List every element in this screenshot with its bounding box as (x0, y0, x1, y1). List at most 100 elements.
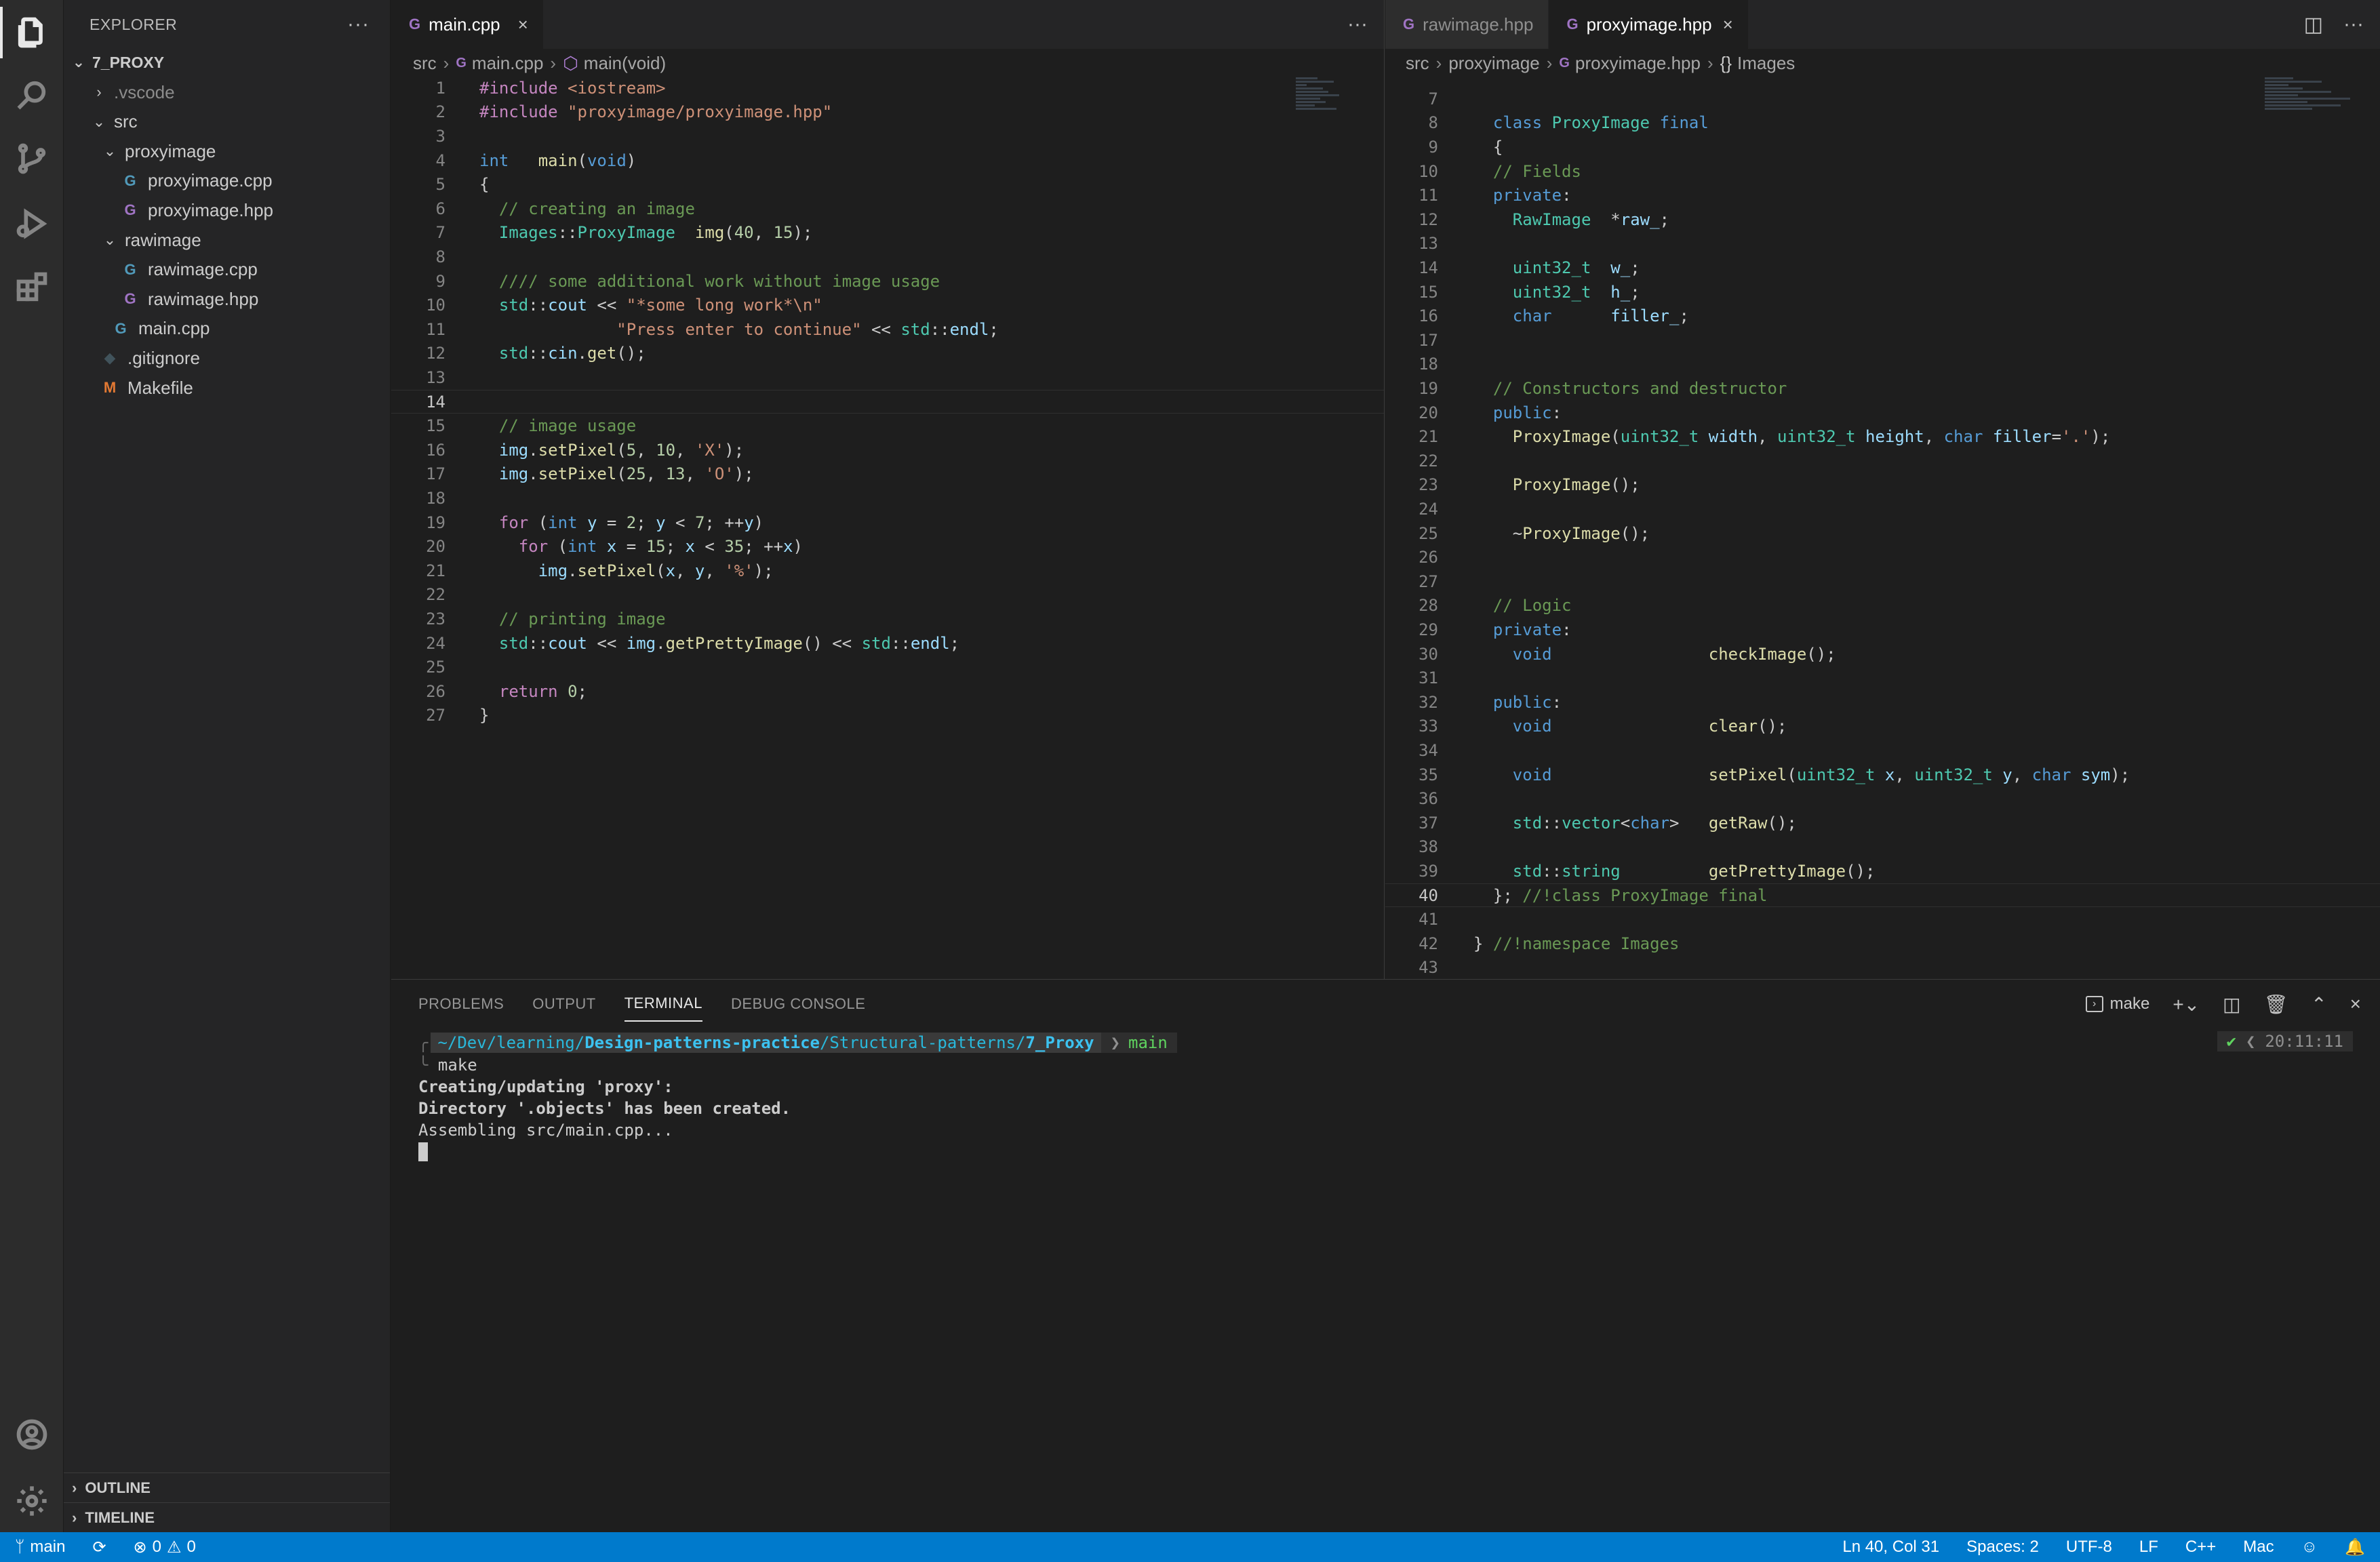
notifications-bell-icon[interactable]: 🔔 (2345, 1538, 2365, 1557)
code-line[interactable]: 14 uint32_t w_; (1385, 256, 2380, 280)
tab-rawimage-hpp[interactable]: G rawimage.hpp (1385, 0, 1549, 49)
feedback-icon[interactable]: ☺ (2301, 1538, 2318, 1557)
code-line[interactable]: 11 "Press enter to continue" << std::end… (391, 317, 1384, 342)
trash-icon[interactable]: 🗑 (2264, 993, 2288, 1016)
code-line[interactable]: 15 // image usage (391, 414, 1384, 438)
tree-item[interactable]: ⌄ rawimage (64, 225, 390, 255)
code-line[interactable]: 9 //// some additional work without imag… (391, 269, 1384, 294)
code-line[interactable]: 26 return 0; (391, 679, 1384, 704)
code-line[interactable]: 1 #include <iostream> (391, 76, 1384, 100)
explorer-root-folder[interactable]: ⌄ 7_PROXY (64, 47, 390, 77)
search-icon[interactable] (0, 65, 64, 125)
code-line[interactable]: 18 (391, 486, 1384, 510)
code-line[interactable]: 37 std::vector<char> getRaw(); (1385, 811, 2380, 835)
tab-terminal[interactable]: TERMINAL (624, 986, 702, 1022)
code-line[interactable]: 11 private: (1385, 183, 2380, 207)
new-terminal-icon[interactable]: +⌄ (2173, 993, 2200, 1016)
line-ending[interactable]: LF (2139, 1538, 2158, 1557)
code-line[interactable]: 13 (1385, 232, 2380, 256)
breadcrumb-item[interactable]: Images (1737, 53, 1795, 74)
code-line[interactable]: 13 (391, 365, 1384, 390)
code-line[interactable]: 34 (1385, 738, 2380, 763)
code-line[interactable]: 27} (391, 704, 1384, 728)
problems-status[interactable]: ⊗ 0 ⚠ 0 (134, 1538, 196, 1557)
tree-item[interactable]: Grawimage.hpp (64, 284, 390, 314)
code-line[interactable]: 21 img.setPixel(x, y, '%'); (391, 559, 1384, 583)
tab-output[interactable]: OUTPUT (532, 987, 595, 1021)
breadcrumb-item[interactable]: proxyimage (1448, 53, 1539, 74)
code-line[interactable]: 9 { (1385, 135, 2380, 159)
tree-item[interactable]: Gproxyimage.cpp (64, 166, 390, 196)
code-line[interactable]: 42} //!namespace Images (1385, 932, 2380, 956)
sync-icon[interactable]: ⟳ (92, 1538, 106, 1557)
terminal-selector[interactable]: › make (2085, 995, 2149, 1014)
branch-status[interactable]: ᛘ main (15, 1538, 65, 1557)
code-line[interactable]: 28 // Logic (1385, 594, 2380, 618)
code-line[interactable]: 8 class ProxyImage final (1385, 111, 2380, 136)
code-line[interactable]: 30 void checkImage(); (1385, 642, 2380, 666)
breadcrumb-item[interactable]: main.cpp (472, 53, 544, 74)
code-line[interactable]: 36 (1385, 786, 2380, 811)
tab-main-cpp[interactable]: G main.cpp × (391, 0, 544, 49)
minimap[interactable] (2265, 76, 2360, 144)
code-line[interactable]: 2 #include "proxyimage/proxyimage.hpp" (391, 100, 1384, 125)
close-icon[interactable]: × (1723, 14, 1733, 35)
indentation[interactable]: Spaces: 2 (1966, 1538, 2039, 1557)
code-line[interactable]: 23 ProxyImage(); (1385, 473, 2380, 498)
code-line[interactable]: 43 (1385, 956, 2380, 979)
source-control-icon[interactable] (0, 129, 64, 188)
split-terminal-icon[interactable]: ◫ (2223, 993, 2240, 1016)
code-line[interactable]: 14 (391, 389, 1384, 414)
code-line[interactable]: 17 img.setPixel(25, 13, 'O'); (391, 462, 1384, 487)
manage-gear-icon[interactable] (0, 1471, 64, 1531)
outline-section[interactable]: › OUTLINE (64, 1473, 390, 1502)
breadcrumb-item[interactable]: src (413, 53, 437, 74)
code-line[interactable]: 32 public: (1385, 690, 2380, 715)
code-line[interactable]: 10 // Fields (1385, 159, 2380, 184)
code-line[interactable]: 18 (1385, 353, 2380, 377)
code-line[interactable]: 24 (1385, 497, 2380, 521)
code-line[interactable]: 31 (1385, 666, 2380, 690)
code-line[interactable]: 19 for (int y = 2; y < 7; ++y) (391, 510, 1384, 535)
code-line[interactable]: 29 private: (1385, 618, 2380, 642)
close-panel-icon[interactable]: × (2350, 993, 2361, 1015)
tab-proxyimage-hpp[interactable]: G proxyimage.hpp × (1549, 0, 1749, 49)
cursor-position[interactable]: Ln 40, Col 31 (1842, 1538, 1939, 1557)
code-line[interactable]: 6 // creating an image (391, 197, 1384, 221)
tree-item[interactable]: › .vscode (64, 77, 390, 107)
platform[interactable]: Mac (2243, 1538, 2274, 1557)
more-actions-icon[interactable]: ··· (1347, 13, 1368, 36)
code-line[interactable]: 25 (391, 655, 1384, 679)
code-line[interactable]: 22 (391, 583, 1384, 607)
close-icon[interactable]: × (518, 14, 528, 35)
code-line[interactable]: 12 std::cin.get(); (391, 342, 1384, 366)
code-line[interactable]: 7 Images::ProxyImage img(40, 15); (391, 221, 1384, 245)
code-line[interactable]: 22 (1385, 449, 2380, 473)
tree-item[interactable]: ⌄ src (64, 107, 390, 137)
code-line[interactable]: 24 std::cout << img.getPrettyImage() << … (391, 631, 1384, 656)
code-line[interactable]: 4 int main(void) (391, 148, 1384, 173)
breadcrumb-item[interactable]: src (1406, 53, 1429, 74)
code-line[interactable]: 38 (1385, 835, 2380, 860)
accounts-icon[interactable] (0, 1405, 64, 1464)
tab-debug-console[interactable]: DEBUG CONSOLE (731, 987, 865, 1021)
code-line[interactable]: 12 RawImage *raw_; (1385, 207, 2380, 232)
code-line[interactable]: 41 (1385, 907, 2380, 932)
run-debug-icon[interactable] (0, 194, 64, 254)
extensions-icon[interactable] (0, 258, 64, 317)
code-line[interactable]: 15 uint32_t h_; (1385, 280, 2380, 304)
code-line[interactable]: 35 void setPixel(uint32_t x, uint32_t y,… (1385, 763, 2380, 787)
code-line[interactable]: 5{ (391, 172, 1384, 197)
code-line[interactable]: 25 ~ProxyImage(); (1385, 521, 2380, 546)
code-line[interactable]: 39 std::string getPrettyImage(); (1385, 859, 2380, 883)
tree-item[interactable]: Gmain.cpp (64, 314, 390, 344)
tree-item[interactable]: ◆ .gitignore (64, 343, 390, 373)
code-line[interactable]: 3 (391, 124, 1384, 148)
tree-item[interactable]: M Makefile (64, 373, 390, 403)
more-actions-icon[interactable]: ··· (347, 13, 370, 36)
split-editor-icon[interactable]: ◫ (2304, 13, 2323, 37)
code-line[interactable]: 17 (1385, 328, 2380, 353)
code-line[interactable]: 40 }; //!class ProxyImage final (1385, 883, 2380, 908)
timeline-section[interactable]: › TIMELINE (64, 1502, 390, 1532)
code-line[interactable]: 16 img.setPixel(5, 10, 'X'); (391, 438, 1384, 462)
